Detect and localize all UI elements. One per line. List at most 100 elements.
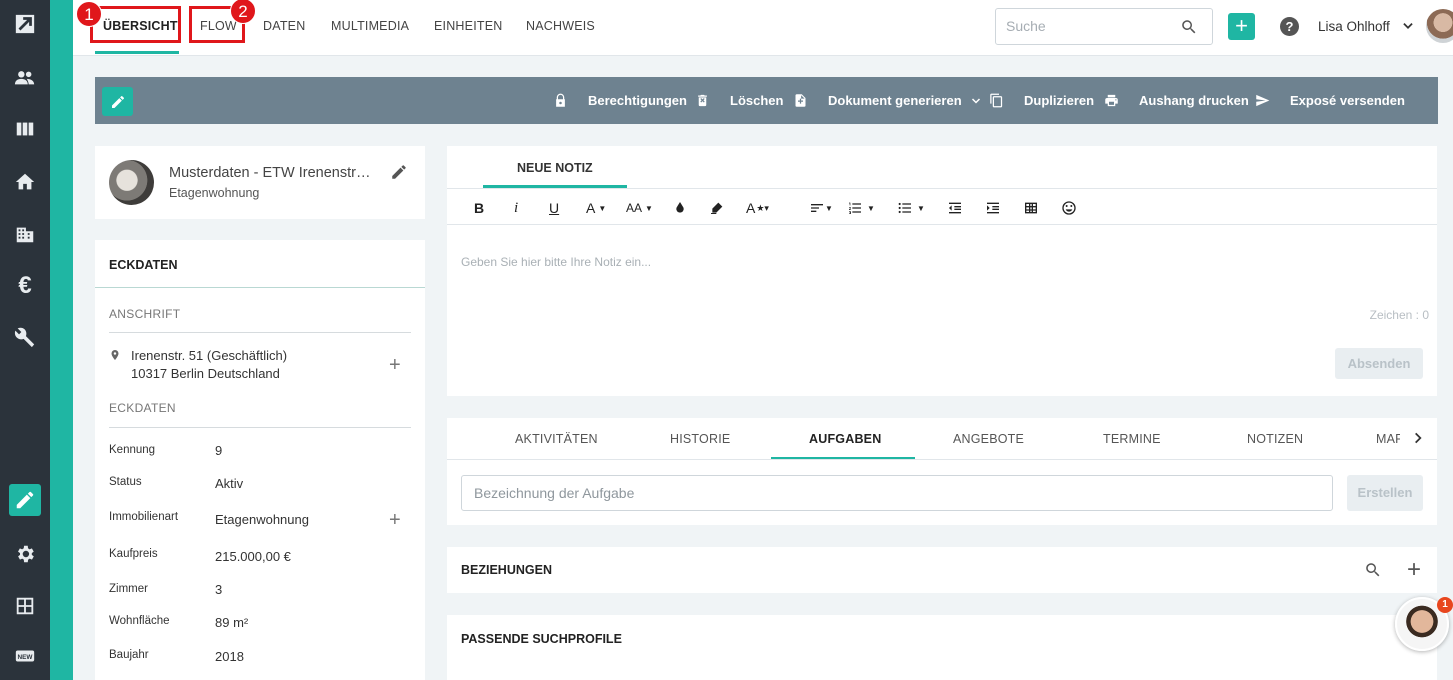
copy-icon: [990, 93, 1003, 108]
row-value-baujahr: 2018: [215, 649, 244, 664]
relationships-panel: BEZIEHUNGEN +: [447, 547, 1437, 593]
board-icon[interactable]: [9, 113, 41, 145]
indent-button[interactable]: [985, 199, 1001, 217]
indent-icon: [987, 202, 999, 214]
property-card: Musterdaten - ETW Irenenstraße Etagenwoh…: [95, 146, 425, 219]
table-button[interactable]: [1023, 199, 1039, 217]
send-expose-label: Exposé versenden: [1290, 93, 1405, 108]
caret-down-icon: ▼: [645, 203, 653, 213]
contacts-icon[interactable]: [9, 62, 41, 94]
address-line-1: Irenenstr. 51 (Geschäftlich): [131, 348, 288, 363]
edit-mode-icon[interactable]: [9, 484, 41, 516]
tab-daten[interactable]: DATEN: [263, 19, 305, 33]
divider: [447, 224, 1437, 225]
task-input-box: [461, 475, 1333, 511]
edit-button[interactable]: [102, 87, 133, 116]
settings-gear-icon[interactable]: [9, 538, 41, 570]
marker-2: 2: [230, 0, 256, 24]
row-label-kaufpreis: Kaufpreis: [109, 548, 158, 560]
outdent-icon: [949, 202, 961, 214]
send-note-button[interactable]: Absenden: [1335, 348, 1423, 379]
row-value-immobilienart: Etagenwohnung: [215, 512, 309, 527]
tab-aktivitaeten[interactable]: AKTIVITÄTEN: [515, 432, 598, 446]
highlight-button[interactable]: [709, 199, 725, 217]
search-input[interactable]: [1006, 18, 1166, 34]
font-size-label: AA: [626, 201, 643, 215]
note-editor-placeholder[interactable]: Geben Sie hier bitte Ihre Notiz ein...: [461, 255, 651, 269]
bullet-list-button[interactable]: ▼: [897, 199, 925, 217]
tab-new-note[interactable]: NEUE NOTIZ: [517, 161, 593, 175]
search-profiles-heading: PASSENDE SUCHPROFILE: [461, 632, 622, 646]
marker-1: 1: [76, 1, 102, 27]
add-relationship-button[interactable]: +: [1407, 556, 1421, 584]
matching-search-profiles-panel: PASSENDE SUCHPROFILE: [447, 615, 1437, 680]
edit-pencil-icon[interactable]: [390, 163, 408, 181]
key-data-panel: ECKDATEN ANSCHRIFT Irenenstr. 51 (Geschä…: [95, 240, 425, 680]
highlight-box-uebersicht: [90, 6, 181, 43]
permissions-button[interactable]: Berechtigungen: [553, 93, 687, 108]
fill-color-button[interactable]: [672, 199, 688, 217]
user-avatar[interactable]: [1426, 9, 1453, 43]
emoji-button[interactable]: [1061, 199, 1077, 217]
caret-down-icon: ▼: [598, 203, 607, 213]
row-value-status: Aktiv: [215, 476, 244, 491]
pencil-icon: [111, 95, 124, 108]
grid-icon[interactable]: [9, 590, 41, 622]
outdent-button[interactable]: [947, 199, 963, 217]
add-button[interactable]: +: [1228, 13, 1255, 40]
generate-document-button[interactable]: Dokument generieren: [793, 93, 982, 108]
tab-mar[interactable]: MAR: [1376, 432, 1400, 446]
svg-text:NEW: NEW: [18, 654, 34, 661]
property-type: Etagenwohnung: [169, 186, 260, 200]
add-property-type-button[interactable]: +: [389, 509, 401, 532]
new-badge-icon[interactable]: NEW: [9, 640, 41, 672]
divider: [109, 332, 411, 333]
euro-icon[interactable]: €: [9, 270, 41, 302]
chevron-down-icon[interactable]: [1401, 19, 1415, 33]
tab-notizen[interactable]: NOTIZEN: [1247, 432, 1303, 446]
tab-multimedia[interactable]: MULTIMEDIA: [331, 19, 409, 33]
create-task-button[interactable]: Erstellen: [1347, 475, 1423, 511]
tab-termine[interactable]: TERMINE: [1103, 432, 1161, 446]
printer-icon: [1105, 94, 1118, 107]
ordered-list-button[interactable]: ▼: [847, 199, 875, 217]
bullet-list-icon: [898, 202, 911, 214]
help-icon[interactable]: ?: [1280, 17, 1299, 36]
font-size-button[interactable]: AA ▼: [626, 199, 653, 217]
chevron-right-icon[interactable]: [1411, 431, 1425, 445]
font-color-button[interactable]: A ▼: [586, 199, 606, 217]
wrench-icon[interactable]: [9, 322, 41, 354]
ordered-list-icon: [849, 202, 861, 214]
tab-einheiten[interactable]: EINHEITEN: [434, 19, 502, 33]
search-icon[interactable]: [1364, 561, 1382, 579]
font-style-button[interactable]: A ★▾: [746, 199, 769, 217]
home-icon[interactable]: [9, 166, 41, 198]
delete-button[interactable]: Löschen: [695, 93, 783, 108]
bold-button[interactable]: B: [474, 199, 484, 217]
sidebar-accent-strip: [50, 0, 73, 680]
lock-icon: [556, 93, 565, 107]
align-button[interactable]: ▼: [809, 199, 833, 217]
search-box: [995, 8, 1213, 45]
underline-button[interactable]: U: [549, 199, 559, 217]
add-address-button[interactable]: +: [389, 354, 401, 377]
italic-button[interactable]: i: [514, 199, 518, 217]
duplicate-button[interactable]: Duplizieren: [989, 93, 1094, 108]
action-toolbar: Berechtigungen Löschen Dokument generier…: [95, 77, 1438, 124]
tab-nachweis[interactable]: NACHWEIS: [526, 19, 595, 33]
tab-aufgaben[interactable]: AUFGABEN: [809, 432, 881, 446]
print-notice-button[interactable]: Aushang drucken: [1104, 93, 1249, 108]
tab-angebote[interactable]: ANGEBOTE: [953, 432, 1024, 446]
search-icon[interactable]: [1180, 18, 1198, 36]
divider: [109, 427, 411, 428]
tab-historie[interactable]: HISTORIE: [670, 432, 730, 446]
address-heading: ANSCHRIFT: [109, 307, 181, 321]
address-line-2: 10317 Berlin Deutschland: [131, 366, 280, 381]
send-expose-button[interactable]: Exposé versenden: [1255, 93, 1405, 108]
logo-icon[interactable]: [9, 8, 41, 40]
building-icon[interactable]: [9, 218, 41, 250]
property-thumbnail[interactable]: [109, 160, 154, 205]
task-name-input[interactable]: [474, 485, 1314, 501]
user-name[interactable]: Lisa Ohlhoff: [1318, 19, 1390, 34]
send-icon: [1256, 94, 1270, 107]
